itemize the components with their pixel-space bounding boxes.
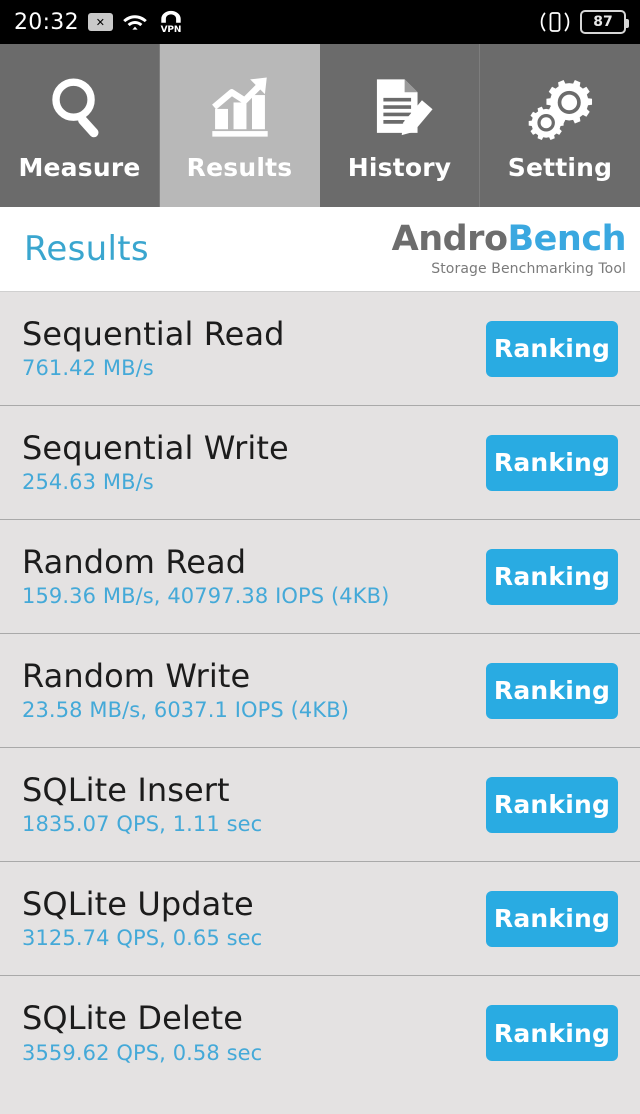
vpn-label: VPN bbox=[160, 25, 182, 35]
benchmark-value: 3559.62 QPS, 0.58 sec bbox=[22, 1040, 263, 1065]
benchmark-value: 3125.74 QPS, 0.65 sec bbox=[22, 926, 263, 951]
table-row[interactable]: SQLite Update 3125.74 QPS, 0.65 sec Rank… bbox=[0, 862, 640, 976]
tab-measure[interactable]: Measure bbox=[0, 44, 160, 207]
row-texts: SQLite Delete 3559.62 QPS, 0.58 sec bbox=[22, 1002, 262, 1064]
tab-measure-label: Measure bbox=[18, 153, 141, 182]
benchmark-value: 761.42 MB/s bbox=[22, 356, 154, 381]
table-row[interactable]: Sequential Write 254.63 MB/s Ranking bbox=[0, 406, 640, 520]
app-root: 20:32 ✕ VPN 87 Measure Results History S… bbox=[0, 0, 640, 1114]
benchmark-value: 1835.07 QPS, 1.11 sec bbox=[22, 812, 263, 837]
vpn-icon: VPN bbox=[157, 10, 185, 35]
tab-results-label: Results bbox=[186, 153, 293, 182]
logo-tagline: Storage Benchmarking Tool bbox=[431, 260, 626, 277]
benchmark-value: 254.63 MB/s bbox=[22, 470, 154, 495]
logo-andro: Andro bbox=[391, 218, 508, 259]
table-row[interactable]: SQLite Insert 1835.07 QPS, 1.11 sec Rank… bbox=[0, 748, 640, 862]
benchmark-name: SQLite Update bbox=[22, 884, 254, 923]
tab-history[interactable]: History bbox=[320, 44, 480, 207]
bar-chart-arrow-icon bbox=[201, 69, 279, 147]
benchmark-name: Sequential Write bbox=[22, 428, 289, 467]
row-texts: Sequential Write 254.63 MB/s bbox=[22, 428, 289, 495]
benchmark-name: Random Write bbox=[22, 656, 251, 695]
page-header: Results AndroBench Storage Benchmarking … bbox=[0, 207, 640, 292]
tab-setting-label: Setting bbox=[507, 153, 613, 182]
tab-history-label: History bbox=[347, 153, 452, 182]
table-row[interactable]: Random Read 159.36 MB/s, 40797.38 IOPS (… bbox=[0, 520, 640, 634]
results-list: Sequential Read 761.42 MB/s Ranking Sequ… bbox=[0, 292, 640, 1114]
tab-setting[interactable]: Setting bbox=[480, 44, 640, 207]
status-bar-right: 87 bbox=[540, 10, 629, 34]
page-title: Results bbox=[24, 229, 149, 269]
row-texts: SQLite Update 3125.74 QPS, 0.65 sec bbox=[22, 884, 263, 951]
ranking-button[interactable]: Ranking bbox=[486, 890, 618, 947]
main-tab-bar: Measure Results History Setting bbox=[0, 44, 640, 207]
battery-level-label: 87 bbox=[593, 14, 613, 30]
vibrate-icon bbox=[540, 10, 570, 34]
gears-icon bbox=[521, 69, 599, 147]
table-row[interactable]: Sequential Read 761.42 MB/s Ranking bbox=[0, 292, 640, 406]
benchmark-value: 23.58 MB/s, 6037.1 IOPS (4KB) bbox=[22, 698, 350, 723]
battery-icon: 87 bbox=[580, 10, 629, 34]
table-row[interactable]: SQLite Delete 3559.62 QPS, 0.58 sec Rank… bbox=[0, 976, 640, 1090]
close-badge-icon: ✕ bbox=[87, 13, 113, 31]
row-texts: Random Read 159.36 MB/s, 40797.38 IOPS (… bbox=[22, 542, 390, 609]
benchmark-name: Random Read bbox=[22, 542, 247, 581]
ranking-button[interactable]: Ranking bbox=[486, 320, 618, 377]
wifi-icon bbox=[122, 11, 148, 33]
ranking-button[interactable]: Ranking bbox=[486, 548, 618, 605]
androbench-logo: AndroBench Storage Benchmarking Tool bbox=[373, 218, 627, 277]
benchmark-value: 159.36 MB/s, 40797.38 IOPS (4KB) bbox=[22, 584, 390, 609]
row-texts: SQLite Insert 1835.07 QPS, 1.11 sec bbox=[22, 770, 263, 837]
ranking-button[interactable]: Ranking bbox=[486, 1005, 618, 1061]
logo-bar-icon bbox=[373, 228, 385, 276]
row-texts: Sequential Read 761.42 MB/s bbox=[22, 314, 285, 381]
status-clock: 20:32 bbox=[14, 9, 79, 35]
document-pencil-icon bbox=[361, 69, 439, 147]
ranking-button[interactable]: Ranking bbox=[486, 434, 618, 491]
magnifier-icon bbox=[41, 69, 119, 147]
logo-text: AndroBench Storage Benchmarking Tool bbox=[391, 218, 627, 277]
table-row[interactable]: Random Write 23.58 MB/s, 6037.1 IOPS (4K… bbox=[0, 634, 640, 748]
ranking-button[interactable]: Ranking bbox=[486, 662, 618, 719]
benchmark-name: SQLite Delete bbox=[22, 999, 244, 1038]
logo-wordmark: AndroBench bbox=[391, 218, 627, 259]
row-texts: Random Write 23.58 MB/s, 6037.1 IOPS (4K… bbox=[22, 656, 350, 723]
benchmark-name: SQLite Insert bbox=[22, 770, 230, 809]
benchmark-name: Sequential Read bbox=[22, 314, 285, 353]
logo-bench: Bench bbox=[507, 218, 627, 259]
tab-results[interactable]: Results bbox=[160, 44, 320, 207]
ranking-button[interactable]: Ranking bbox=[486, 776, 618, 833]
status-bar: 20:32 ✕ VPN 87 bbox=[0, 0, 640, 44]
status-bar-left: 20:32 ✕ VPN bbox=[14, 9, 185, 36]
